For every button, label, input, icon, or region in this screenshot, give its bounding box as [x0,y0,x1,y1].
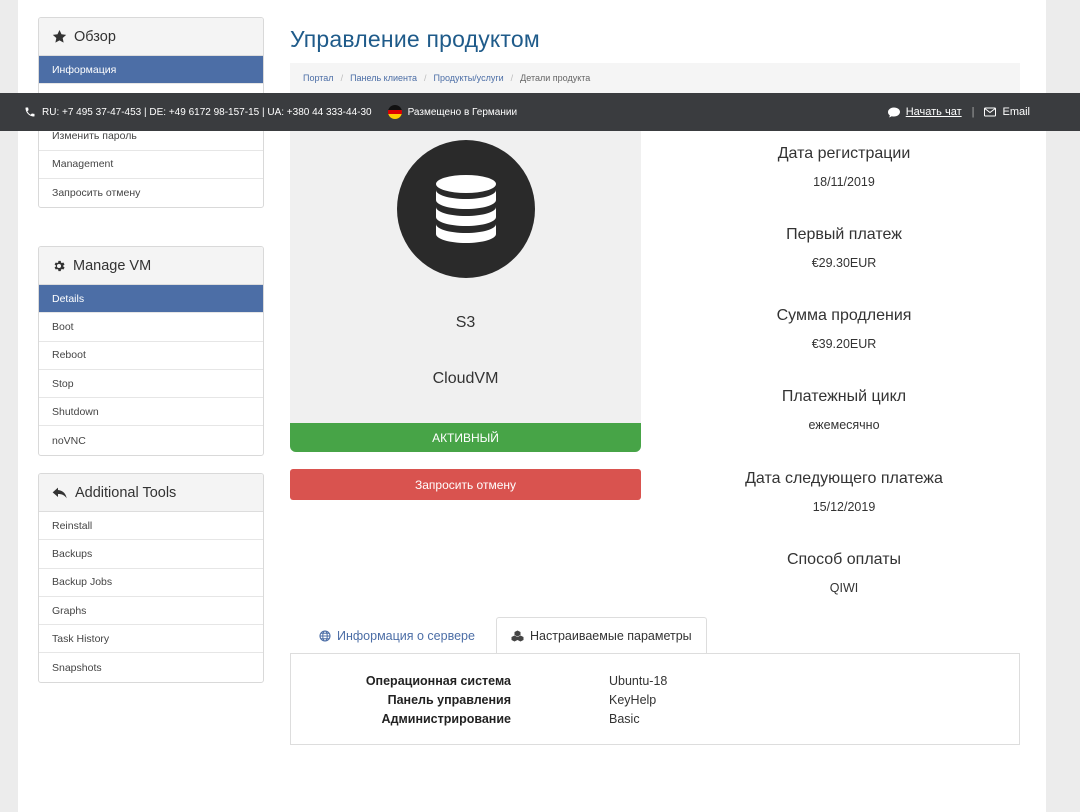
sidebar-item-shutdown[interactable]: Shutdown [39,398,263,427]
sidebar-item-boot[interactable]: Boot [39,313,263,342]
info-label: Платежный цикл [781,388,907,405]
info-label: Сумма продления [776,307,912,324]
sidebar-item-reinstall[interactable]: Reinstall [39,512,263,541]
status-badge: АКТИВНЫЙ [290,423,641,452]
config-row: Операционная система Ubuntu-18 [291,674,1019,693]
sidebar-item-backups[interactable]: Backups [39,540,263,569]
breadcrumb-separator: / [424,73,427,83]
sidebar-item-details[interactable]: Details [39,285,263,314]
info-value: €39.20EUR [811,337,877,351]
sidebar-item-snapshots[interactable]: Snapshots [39,653,263,681]
breadcrumb-client-area[interactable]: Панель клиента [350,73,417,83]
product-icon-circle [397,140,535,278]
hosted-location: Размещено в Германии [407,106,518,118]
tab-config-options[interactable]: Настраиваемые параметры [496,617,707,654]
info-next-due-date: Дата следующего платежа 15/12/2019 [668,470,1020,514]
topbar-divider: | [971,106,975,118]
sidebar-item-task-history[interactable]: Task History [39,625,263,654]
info-billing-cycle: Платежный цикл ежемесячно [668,388,1020,432]
config-value: KeyHelp [609,693,657,707]
info-renewal-amount: Сумма продления €39.20EUR [668,307,1020,351]
sidebar-item-graphs[interactable]: Graphs [39,597,263,626]
reply-arrow-icon [52,487,67,498]
breadcrumb: Портал / Панель клиента / Продукты/услуг… [290,63,1020,93]
page-title: Управление продуктом [290,26,540,52]
tab-server-info[interactable]: Информация о сервере [305,617,489,654]
info-label: Дата регистрации [777,145,911,162]
config-key: Операционная система [365,674,511,688]
tab-server-info-label: Информация о сервере [337,628,475,643]
cubes-icon [511,630,524,641]
sidebar-item-request-cancel[interactable]: Запросить отмену [39,179,263,207]
manage-vm-panel-title: Manage VM [73,257,152,274]
contact-actions: Начать чат | Email [887,106,1030,118]
sidebar-item-reboot[interactable]: Reboot [39,342,263,370]
product-group: CloudVM [432,370,499,387]
config-options-panel: Операционная система Ubuntu-18 Панель уп… [290,653,1020,745]
phone-numbers: RU: +7 495 37-47-453 | DE: +49 6172 98-1… [42,106,372,118]
breadcrumb-products[interactable]: Продукты/услуги [434,73,504,83]
info-value: ежемесячно [808,418,880,432]
chat-bubble-icon [887,107,900,117]
start-chat-link[interactable]: Начать чат [906,106,962,118]
config-value: Ubuntu-18 [609,674,668,688]
info-value: 18/11/2019 [813,175,875,189]
overview-panel-header: Обзор [39,18,263,56]
envelope-icon [984,107,997,117]
manage-vm-panel-header: Manage VM [39,247,263,285]
additional-tools-panel-title: Additional Tools [75,484,177,501]
breadcrumb-separator: / [340,73,344,83]
info-label: Первый платеж [786,226,902,243]
info-label: Дата следующего платежа [745,470,943,487]
germany-flag-icon [387,105,402,119]
tab-config-options-label: Настраиваемые параметры [530,628,692,643]
info-value: 15/12/2019 [812,500,876,514]
info-label: Способ оплаты [786,551,902,568]
gear-icon [54,260,65,271]
globe-icon [319,629,331,642]
details-tabs: Информация о сервере Настраиваемые парам… [290,617,1020,654]
additional-tools-panel: Additional Tools Reinstall Backups Backu… [38,473,264,683]
info-value: €29.30EUR [811,256,877,270]
contact-bar: RU: +7 495 37-47-453 | DE: +49 6172 98-1… [0,93,1080,131]
email-link[interactable]: Email [1002,106,1030,118]
manage-vm-panel: Manage VM Details Boot Reboot Stop Shutd… [38,246,264,456]
breadcrumb-separator: / [510,73,514,83]
breadcrumb-current: Детали продукта [520,73,591,83]
phone-icon [25,107,35,117]
info-first-payment: Первый платеж €29.30EUR [668,226,1020,270]
info-registration-date: Дата регистрации 18/11/2019 [668,145,1020,189]
info-value: QIWI [829,581,859,595]
sidebar-item-backup-jobs[interactable]: Backup Jobs [39,569,263,597]
breadcrumb-portal[interactable]: Портал [303,73,334,83]
config-key: Администрирование [381,712,511,726]
info-payment-method: Способ оплаты QIWI [668,551,1020,595]
sidebar-item-management[interactable]: Management [39,151,263,179]
product-name: S3 [455,314,476,331]
database-icon [436,175,496,243]
additional-tools-panel-header: Additional Tools [39,474,263,512]
config-row: Панель управления KeyHelp [291,693,1019,712]
star-icon [52,29,67,43]
sidebar-item-novnc[interactable]: noVNC [39,426,263,454]
request-cancellation-button[interactable]: Запросить отмену [290,469,641,500]
config-value: Basic [609,712,640,726]
product-card: S3 CloudVM АКТИВНЫЙ [290,131,641,452]
config-key: Панель управления [387,693,511,707]
sidebar-item-information[interactable]: Информация [39,56,263,85]
config-row: Администрирование Basic [291,712,1019,731]
overview-panel-title: Обзор [74,28,116,45]
sidebar-item-stop[interactable]: Stop [39,370,263,399]
